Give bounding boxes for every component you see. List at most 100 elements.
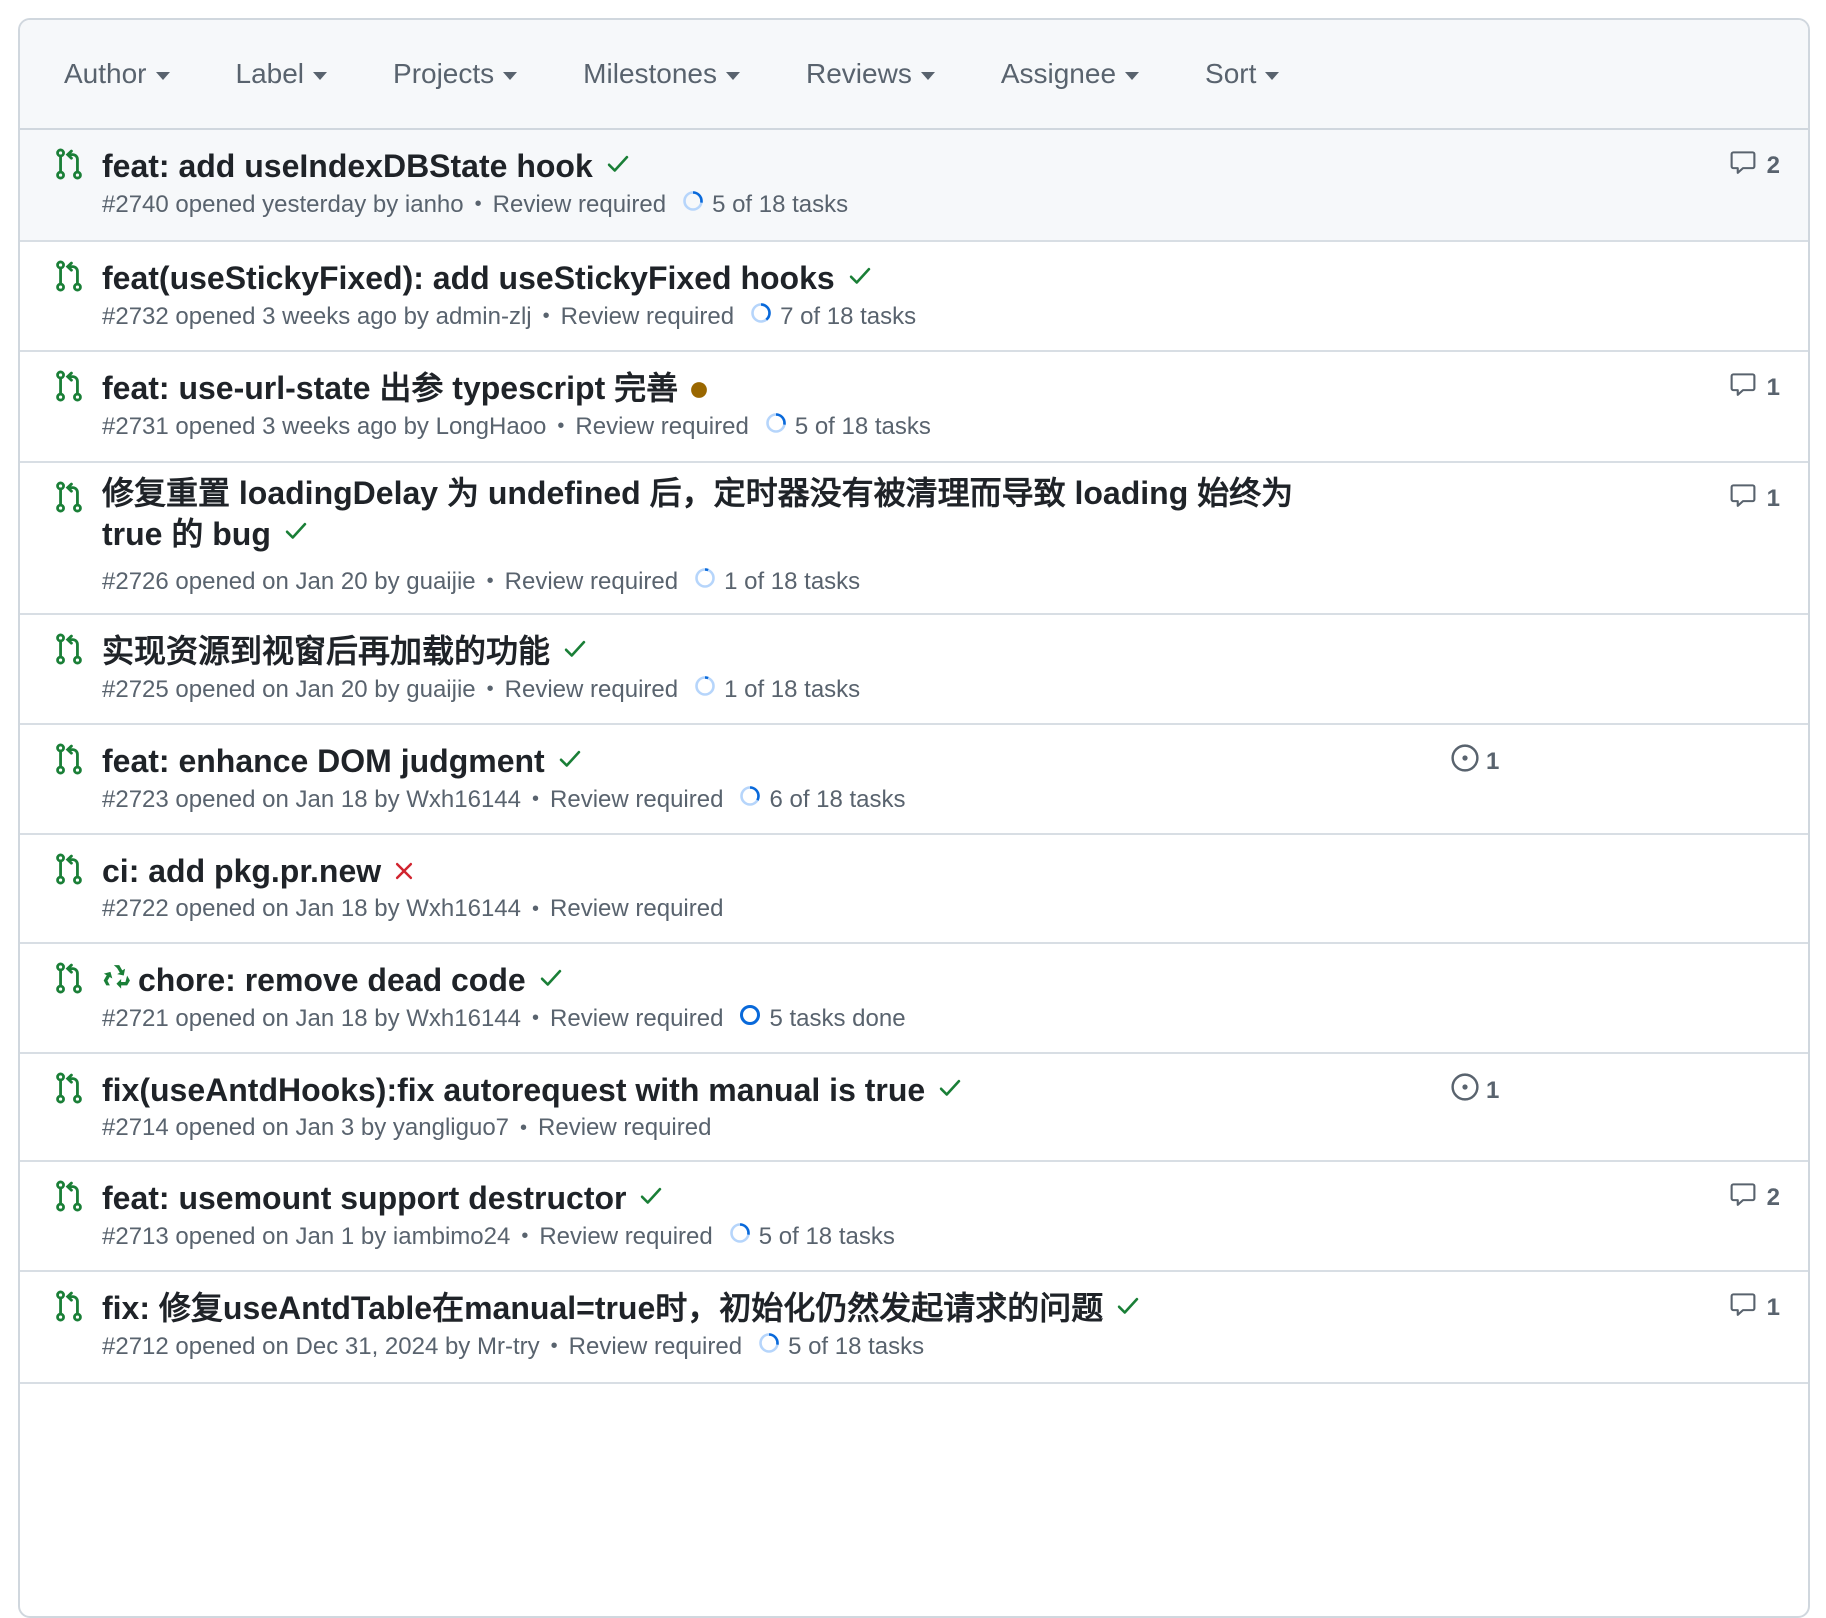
pr-title-link[interactable]: feat: use-url-state 出参 typescript 完善 bbox=[102, 370, 678, 406]
review-status[interactable]: Review required bbox=[538, 1114, 711, 1142]
pr-title-link[interactable]: feat: add useIndexDBState hook bbox=[102, 148, 593, 184]
progress-circle-icon bbox=[729, 1222, 759, 1251]
pull-request-icon bbox=[54, 481, 84, 513]
pr-row[interactable]: fix: 修复useAntdTable在manual=true时，初始化仍然发起… bbox=[20, 1272, 1808, 1384]
filter-sort-dropdown[interactable]: Sort bbox=[1205, 58, 1280, 90]
caret-down-icon bbox=[503, 71, 518, 80]
pr-title-link[interactable]: chore: remove dead code bbox=[138, 962, 526, 998]
progress-circle-icon bbox=[739, 785, 769, 814]
review-status[interactable]: Review required bbox=[493, 191, 666, 219]
task-progress-text: 7 of 18 tasks bbox=[780, 302, 917, 330]
review-status[interactable]: Review required bbox=[575, 413, 748, 441]
pr-title-line: feat(useStickyFixed): add useStickyFixed… bbox=[102, 254, 1348, 305]
check-success-icon[interactable] bbox=[1115, 1284, 1141, 1332]
check-success-icon[interactable] bbox=[557, 737, 583, 785]
pr-row[interactable]: ci: add pkg.pr.new #2722 opened on Jan 18… bbox=[20, 835, 1808, 944]
pr-opened-by[interactable]: #2713 opened on Jan 1 by iambimo24 bbox=[102, 1223, 510, 1251]
review-status[interactable]: Review required bbox=[505, 676, 678, 704]
linked-issue-link[interactable]: 1 bbox=[1450, 743, 1499, 780]
separator-dot: • bbox=[557, 415, 565, 437]
review-status[interactable]: Review required bbox=[550, 786, 723, 814]
separator-dot: • bbox=[532, 897, 540, 920]
pr-title-link[interactable]: fix: 修复useAntdTable在manual=true时，初始化仍然发起… bbox=[102, 1290, 1103, 1326]
pr-title-link[interactable]: feat: usemount support destructor bbox=[102, 1180, 626, 1216]
recycle-icon bbox=[102, 956, 132, 1004]
separator-dot: • bbox=[520, 1116, 528, 1139]
check-pending-icon[interactable] bbox=[690, 364, 708, 412]
filter-reviews-dropdown[interactable]: Reviews bbox=[806, 58, 935, 90]
pr-opened-by[interactable]: #2712 opened on Dec 31, 2024 by Mr-try bbox=[102, 1333, 540, 1361]
separator-dot: • bbox=[521, 1225, 529, 1247]
comment-icon bbox=[1729, 370, 1767, 405]
filter-label: Milestones bbox=[583, 58, 718, 89]
pr-row[interactable]: feat: use-url-state 出参 typescript 完善 #273… bbox=[20, 352, 1808, 463]
pr-meta: #2725 opened on Jan 20 by guaijie • Review… bbox=[102, 675, 860, 704]
review-status[interactable]: Review required bbox=[505, 568, 678, 596]
check-success-icon[interactable] bbox=[562, 627, 588, 675]
check-success-icon[interactable] bbox=[605, 142, 631, 190]
filter-label: Label bbox=[235, 58, 305, 89]
pr-row[interactable]: feat: usemount support destructor #2713 o… bbox=[20, 1162, 1808, 1272]
pr-opened-by[interactable]: #2726 opened on Jan 20 by guaijie bbox=[102, 568, 476, 596]
pr-title-link[interactable]: feat: enhance DOM judgment bbox=[102, 743, 545, 779]
comments-link[interactable]: 1 bbox=[1729, 481, 1780, 516]
pr-title-link[interactable]: feat(useStickyFixed): add useStickyFixed… bbox=[102, 260, 835, 296]
pr-title-link[interactable]: 修复重置 loadingDelay 为 undefined 后，定时器没有被清理… bbox=[102, 475, 1293, 552]
pr-row[interactable]: fix(useAntdHooks):fix autorequest with m… bbox=[20, 1054, 1808, 1162]
check-success-icon[interactable] bbox=[847, 254, 873, 302]
comment-icon bbox=[1729, 481, 1767, 516]
filter-assignee-dropdown[interactable]: Assignee bbox=[1001, 58, 1140, 90]
pr-opened-by[interactable]: #2732 opened 3 weeks ago by admin-zlj bbox=[102, 303, 532, 331]
comments-link[interactable]: 2 bbox=[1729, 148, 1780, 183]
caret-down-icon bbox=[1265, 71, 1280, 80]
pr-title-link[interactable]: fix(useAntdHooks):fix autorequest with m… bbox=[102, 1072, 925, 1108]
review-status[interactable]: Review required bbox=[550, 895, 723, 923]
linked-issue-count: 1 bbox=[1486, 747, 1500, 775]
comments-link[interactable]: 1 bbox=[1729, 1290, 1780, 1325]
pull-request-icon bbox=[54, 633, 84, 665]
pr-row[interactable]: 实现资源到视窗后再加载的功能 #2725 opened on Jan 20 by … bbox=[20, 615, 1808, 725]
pr-title-line: feat: usemount support destructor bbox=[102, 1174, 1348, 1225]
review-status[interactable]: Review required bbox=[550, 1005, 723, 1033]
pr-row[interactable]: 修复重置 loadingDelay 为 undefined 后，定时器没有被清理… bbox=[20, 463, 1808, 615]
filter-milestones-dropdown[interactable]: Milestones bbox=[583, 58, 741, 90]
pull-request-icon bbox=[54, 1072, 84, 1104]
pr-opened-by[interactable]: #2731 opened 3 weeks ago by LongHaoo bbox=[102, 413, 546, 441]
pr-title-link[interactable]: 实现资源到视窗后再加载的功能 bbox=[102, 633, 550, 669]
review-status[interactable]: Review required bbox=[569, 1333, 742, 1361]
issue-opened-icon bbox=[1450, 743, 1486, 780]
check-success-icon[interactable] bbox=[283, 513, 309, 554]
pr-row[interactable]: feat(useStickyFixed): add useStickyFixed… bbox=[20, 242, 1808, 352]
pr-opened-by[interactable]: #2740 opened yesterday by ianho bbox=[102, 191, 464, 219]
filter-label: Reviews bbox=[806, 58, 912, 89]
pr-opened-by[interactable]: #2714 opened on Jan 3 by yangliguo7 bbox=[102, 1114, 509, 1142]
pr-row[interactable]: chore: remove dead code #2721 opened on J… bbox=[20, 944, 1808, 1054]
comments-link[interactable]: 1 bbox=[1729, 370, 1780, 405]
pr-opened-by[interactable]: #2722 opened on Jan 18 by Wxh16144 bbox=[102, 895, 521, 923]
pr-opened-by[interactable]: #2721 opened on Jan 18 by Wxh16144 bbox=[102, 1005, 521, 1033]
linked-issue-link[interactable]: 1 bbox=[1450, 1072, 1499, 1109]
pr-row[interactable]: feat: enhance DOM judgment #2723 opened o… bbox=[20, 725, 1808, 835]
filter-label: Sort bbox=[1205, 58, 1257, 89]
pr-meta: #2723 opened on Jan 18 by Wxh16144 • Revie… bbox=[102, 785, 906, 814]
task-progress-text: 5 tasks done bbox=[769, 1004, 906, 1032]
filter-label-dropdown[interactable]: Label bbox=[236, 58, 328, 90]
review-status[interactable]: Review required bbox=[539, 1223, 712, 1251]
check-success-icon[interactable] bbox=[937, 1066, 963, 1114]
check-success-icon[interactable] bbox=[638, 1174, 664, 1222]
check-success-icon[interactable] bbox=[538, 956, 564, 1004]
pr-title-link[interactable]: ci: add pkg.pr.new bbox=[102, 853, 381, 889]
filter-author-dropdown[interactable]: Author bbox=[64, 58, 170, 90]
progress-circle-icon bbox=[758, 1332, 788, 1361]
pr-title-line: 修复重置 loadingDelay 为 undefined 后，定时器没有被清理… bbox=[102, 473, 1348, 557]
comments-link[interactable]: 2 bbox=[1729, 1180, 1780, 1215]
check-failure-icon[interactable] bbox=[393, 847, 415, 895]
pr-opened-by[interactable]: #2723 opened on Jan 18 by Wxh16144 bbox=[102, 786, 521, 814]
pr-title-line: chore: remove dead code bbox=[102, 956, 1348, 1007]
review-status[interactable]: Review required bbox=[561, 303, 734, 331]
pr-opened-by[interactable]: #2725 opened on Jan 20 by guaijie bbox=[102, 676, 476, 704]
filter-projects-dropdown[interactable]: Projects bbox=[393, 58, 518, 90]
task-progress: 5 of 18 tasks bbox=[758, 1332, 924, 1361]
pr-row[interactable]: feat: add useIndexDBState hook #2740 open… bbox=[20, 130, 1808, 242]
comment-count: 1 bbox=[1766, 373, 1780, 401]
